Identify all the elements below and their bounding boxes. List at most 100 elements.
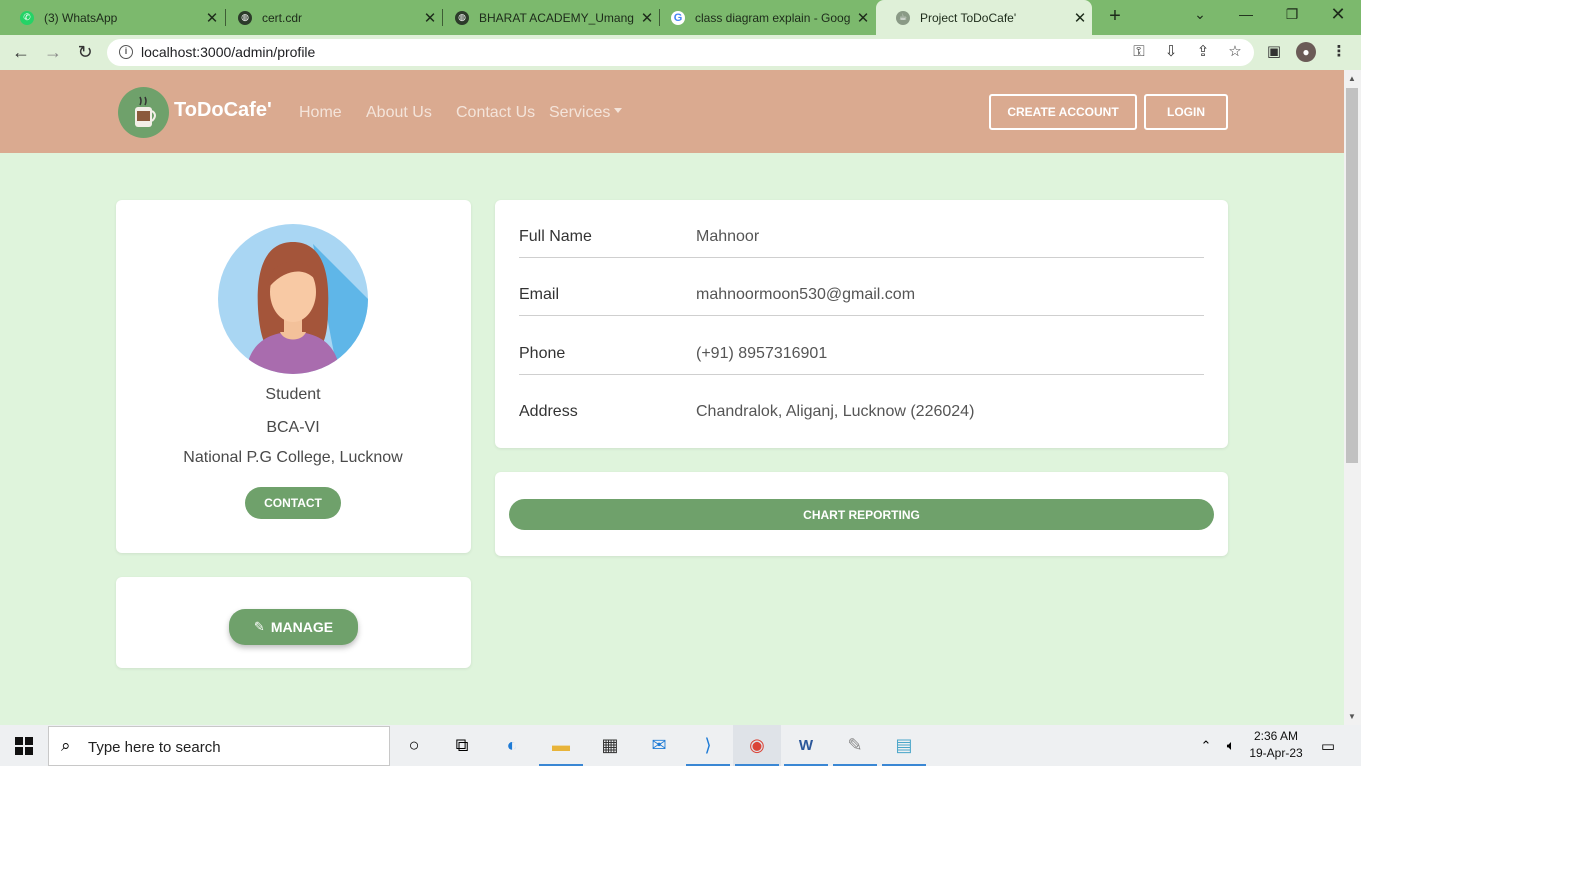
menu-kebab-icon[interactable]: ⋮: [1329, 42, 1349, 62]
tab-whatsapp[interactable]: ✆ (3) WhatsApp ✕: [0, 0, 224, 35]
detail-row-full-name: Full Name Mahnoor: [519, 200, 1204, 258]
taskbar-clock[interactable]: 2:36 AM 19-Apr-23: [1246, 728, 1306, 762]
browser-toolbar: ← → ↻ i localhost:3000/admin/profile ⚿ ⇩…: [0, 35, 1361, 70]
notepad-icon[interactable]: ▤: [880, 725, 928, 766]
google-icon: G: [671, 10, 685, 25]
detail-row-email: Email mahnoormoon530@gmail.com: [519, 258, 1204, 316]
chrome-icon[interactable]: ◉: [733, 725, 781, 766]
nav-services-label: Services: [549, 104, 611, 121]
chevron-up-icon[interactable]: ⌃: [1194, 725, 1218, 766]
reload-icon[interactable]: ↻: [72, 39, 98, 65]
bookmark-star-icon[interactable]: ☆: [1225, 42, 1245, 62]
manage-card: ✎ MANAGE: [116, 577, 471, 668]
notifications-icon[interactable]: ▭: [1312, 725, 1344, 766]
detail-row-address: Address Chandralok, Aliganj, Lucknow (22…: [519, 375, 1204, 433]
globe-icon: ◍: [238, 10, 252, 25]
word-icon[interactable]: W: [782, 725, 830, 766]
minimize-icon[interactable]: —: [1223, 0, 1269, 30]
taskbar-search[interactable]: ⌕ Type here to search: [48, 726, 390, 766]
scroll-up-icon[interactable]: ▲: [1348, 74, 1356, 83]
coffee-cup-icon: [134, 96, 156, 127]
clock-date: 19-Apr-23: [1249, 746, 1303, 760]
logo-icon[interactable]: [118, 87, 169, 138]
whatsapp-icon: ✆: [20, 10, 34, 25]
nav-contact-us[interactable]: Contact Us: [456, 104, 535, 122]
file-explorer-icon[interactable]: ▬: [537, 725, 585, 766]
tab-title: BHARAT ACADEMY_Umang S: [479, 10, 635, 25]
divider: [519, 315, 1204, 316]
tab-cert[interactable]: ◍ cert.cdr ✕: [218, 0, 442, 35]
site-info-icon[interactable]: i: [119, 45, 133, 59]
tab-google[interactable]: G class diagram explain - Goog ✕: [651, 0, 875, 35]
brand-name[interactable]: ToDoCafe': [174, 99, 272, 122]
login-button[interactable]: LOGIN: [1144, 94, 1228, 130]
close-window-icon[interactable]: ✕: [1315, 0, 1361, 30]
nav-about-us[interactable]: About Us: [366, 104, 432, 122]
scroll-down-icon[interactable]: ▼: [1348, 712, 1356, 721]
nav-home[interactable]: Home: [299, 104, 342, 122]
contact-button[interactable]: CONTACT: [245, 487, 341, 519]
tab-bharat-academy[interactable]: ◍ BHARAT ACADEMY_Umang S ✕: [435, 0, 659, 35]
tab-todocafe[interactable]: ☕ Project ToDoCafe' ✕: [876, 0, 1092, 35]
page-scrollbar[interactable]: ▲ ▼: [1344, 70, 1361, 725]
install-icon[interactable]: ⇩: [1161, 42, 1181, 62]
side-panel-icon[interactable]: ▣: [1264, 42, 1284, 62]
detail-value: (+91) 8957316901: [696, 345, 828, 362]
share-icon[interactable]: ⇪: [1193, 42, 1213, 62]
profile-college: National P.G College, Lucknow: [183, 449, 403, 466]
windows-logo-icon: [15, 736, 33, 755]
volume-icon[interactable]: 🔈︎: [1219, 725, 1243, 766]
restore-icon[interactable]: ❐: [1269, 0, 1315, 30]
nav-services[interactable]: Services: [549, 104, 623, 122]
windows-taskbar: ⌕ Type here to search ○ ⧉ ◐ ▬ ▦ ✉ ⟩ ◉ W …: [0, 725, 1361, 766]
vscode-icon[interactable]: ⟩: [684, 725, 732, 766]
caret-down-icon: [614, 108, 623, 114]
create-account-button[interactable]: CREATE ACCOUNT: [989, 94, 1137, 130]
avatar: [218, 224, 368, 374]
tab-title: (3) WhatsApp: [44, 10, 118, 25]
task-view-icon[interactable]: ⧉: [438, 725, 486, 766]
detail-label: Address: [519, 403, 578, 420]
close-tab-icon[interactable]: ✕: [1068, 9, 1092, 27]
detail-value: mahnoormoon530@gmail.com: [696, 286, 916, 303]
paint-icon[interactable]: ✎: [831, 725, 879, 766]
site-navbar: ToDoCafe' Home About Us Contact Us Servi…: [0, 70, 1344, 153]
todocafe-icon: ☕: [896, 10, 910, 25]
page-viewport: ToDoCafe' Home About Us Contact Us Servi…: [0, 70, 1344, 725]
screen: ✆ (3) WhatsApp ✕ ◍ cert.cdr ✕ ◍ BHARAT A…: [0, 0, 1361, 766]
profile-avatar-icon[interactable]: ●: [1296, 42, 1316, 62]
tab-title: Project ToDoCafe': [920, 10, 1017, 25]
store-icon[interactable]: ▦: [586, 725, 634, 766]
edge-icon[interactable]: ◐: [488, 725, 536, 766]
manage-button[interactable]: ✎ MANAGE: [229, 609, 358, 645]
windows-start-icon[interactable]: [0, 725, 48, 766]
close-tab-icon[interactable]: ✕: [851, 9, 875, 27]
tab-search-chevron-icon[interactable]: ⌄: [1177, 0, 1223, 30]
key-icon[interactable]: ⚿: [1129, 42, 1149, 62]
tab-title: cert.cdr: [262, 10, 303, 25]
detail-value: Chandralok, Aliganj, Lucknow (226024): [696, 403, 975, 420]
address-bar[interactable]: i localhost:3000/admin/profile ⚿ ⇩ ⇪ ☆: [107, 39, 1254, 66]
scrollbar-thumb[interactable]: [1346, 88, 1358, 463]
globe-icon: ◍: [455, 10, 469, 25]
cortana-icon[interactable]: ○: [390, 725, 438, 766]
url-text[interactable]: localhost:3000/admin/profile: [141, 44, 315, 60]
profile-card: Student BCA-VI National P.G College, Luc…: [116, 200, 471, 553]
detail-row-phone: Phone (+91) 8957316901: [519, 317, 1204, 375]
pencil-icon: ✎: [253, 619, 265, 634]
details-card: Full Name Mahnoor Email mahnoormoon530@g…: [495, 200, 1228, 448]
tab-title: class diagram explain - Goog: [695, 10, 851, 25]
search-icon: ⌕: [61, 736, 71, 755]
detail-label: Full Name: [519, 228, 592, 245]
user-avatar-illustration: [246, 242, 368, 374]
profile-course: BCA-VI: [266, 419, 320, 436]
back-icon[interactable]: ←: [8, 39, 34, 65]
new-tab-icon[interactable]: +: [1103, 4, 1127, 28]
manage-label: MANAGE: [270, 619, 334, 635]
forward-icon[interactable]: →: [40, 39, 66, 65]
chart-reporting-button[interactable]: CHART REPORTING: [509, 499, 1214, 530]
search-placeholder: Type here to search: [88, 739, 221, 756]
clock-time: 2:36 AM: [1253, 729, 1299, 743]
mail-icon[interactable]: ✉: [635, 725, 683, 766]
detail-value: Mahnoor: [696, 228, 760, 245]
